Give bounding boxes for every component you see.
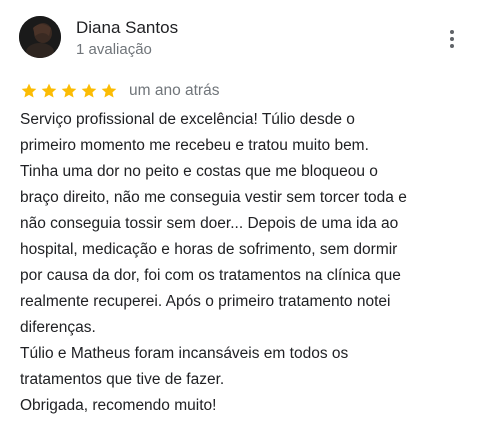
review-line: Tinha uma dor no peito e costas que me b… (20, 163, 378, 180)
rating-row: um ano atrás (20, 80, 219, 102)
reviewer-name[interactable]: Diana Santos (76, 17, 178, 39)
star-icon (20, 82, 38, 100)
review-line: Túlio e Matheus foram incansáveis em tod… (20, 345, 349, 362)
reviewer-review-count: 1 avaliação (76, 41, 152, 58)
review-date: um ano atrás (129, 82, 220, 99)
review-line: hospital, medicação e horas de sofriment… (20, 241, 398, 258)
review-line: Obrigada, recomendo muito! (20, 397, 217, 414)
profile-photo (19, 16, 61, 58)
review-line: por causa da dor, foi com os tratamentos… (20, 267, 401, 284)
review-line: realmente recuperei. Após o primeiro tra… (20, 293, 391, 310)
avatar[interactable] (19, 16, 61, 58)
more-options-button[interactable] (440, 26, 464, 52)
more-vert-icon (450, 30, 454, 34)
review-line: tratamentos que tive de fazer. (20, 371, 225, 388)
review-line: Serviço profissional de excelência! Túli… (20, 111, 355, 128)
review-line: diferenças. (20, 319, 96, 336)
star-icon (60, 82, 78, 100)
review-text: Serviço profissional de excelência! Túli… (20, 107, 480, 419)
review-line: primeiro momento me recebeu e tratou mui… (20, 137, 369, 154)
review-card: Diana Santos 1 avaliação um ano atrás Se… (0, 0, 484, 440)
star-rating (20, 82, 120, 100)
star-icon (100, 82, 118, 100)
star-icon (80, 82, 98, 100)
review-line: não conseguia tossir sem doer... Depois … (20, 215, 399, 232)
star-icon (40, 82, 58, 100)
review-line: braço direito, não me conseguia vestir s… (20, 189, 407, 206)
